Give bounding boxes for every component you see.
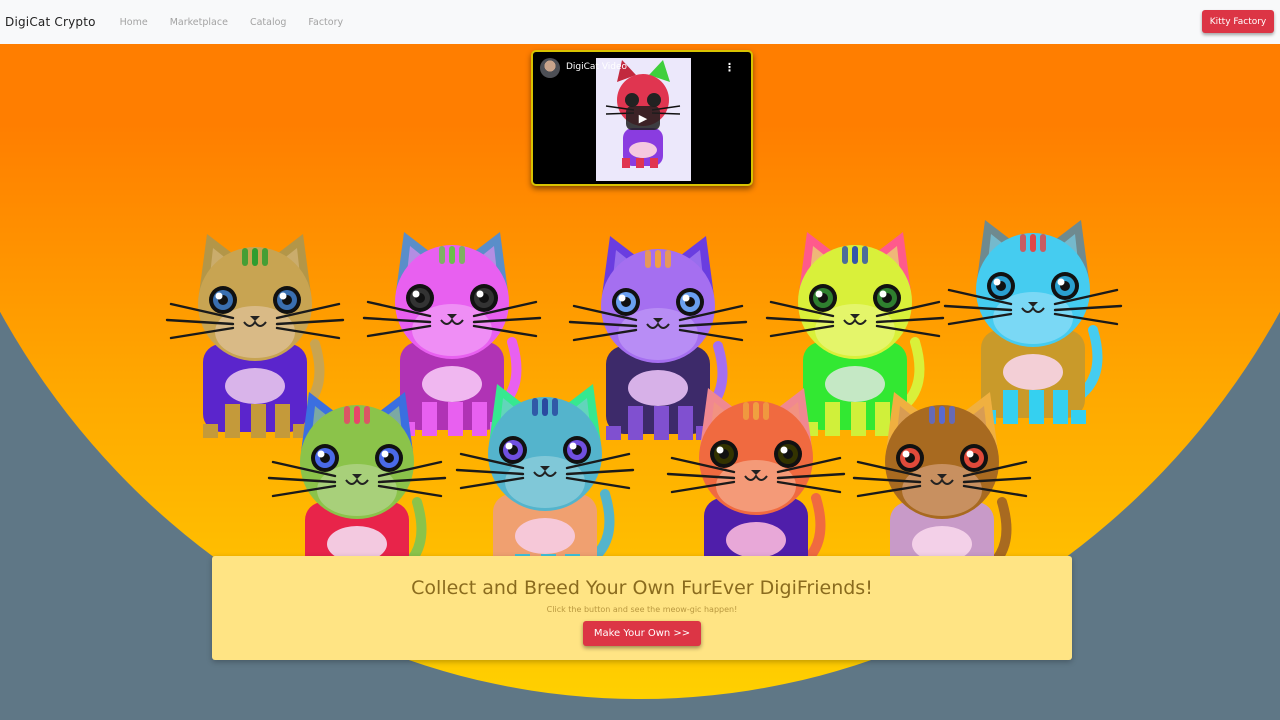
nav-link-factory[interactable]: Factory: [308, 17, 343, 28]
make-your-own-button[interactable]: Make Your Own >>: [583, 621, 701, 646]
cat-collection-illustration: [165, 220, 1123, 596]
kitty-factory-button[interactable]: Kitty Factory: [1202, 10, 1274, 33]
hero-subtitle: Click the button and see the meow-gic ha…: [546, 605, 738, 614]
hero-title: Collect and Breed Your Own FurEver DigiF…: [411, 577, 873, 599]
nav-link-catalog[interactable]: Catalog: [250, 17, 286, 28]
brand-logo[interactable]: DigiCat Crypto: [5, 15, 96, 29]
hero-panel: Collect and Breed Your Own FurEver DigiF…: [212, 556, 1072, 660]
cat-illustration: [943, 220, 1123, 424]
nav-link-home[interactable]: Home: [120, 17, 148, 28]
nav-link-marketplace[interactable]: Marketplace: [170, 17, 228, 28]
navbar: DigiCat Crypto Home Marketplace Catalog …: [0, 0, 1280, 44]
hero-section: DigiCat Video ⋮ ▶ Collect and Breed Your…: [0, 44, 1280, 720]
